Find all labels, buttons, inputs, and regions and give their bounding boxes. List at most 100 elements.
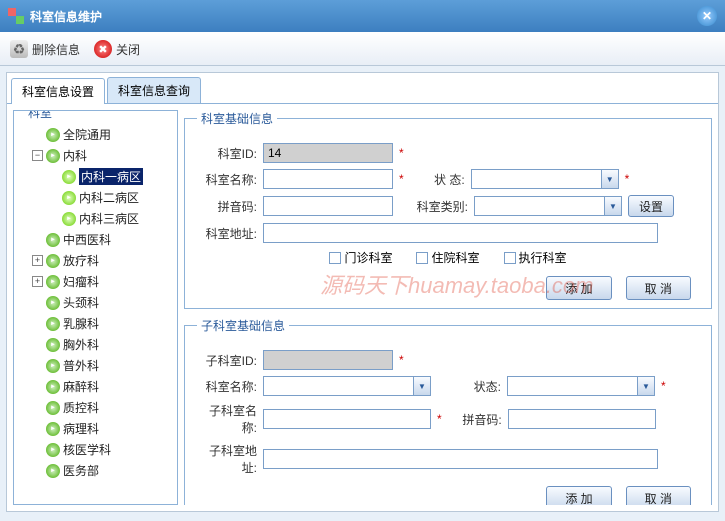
tree-node-label: 内科一病区 [79, 168, 143, 185]
tree-node-icon [62, 212, 76, 226]
tab-bar: 科室信息设置 科室信息查询 [7, 73, 718, 104]
status-combo[interactable]: ▼ [471, 169, 619, 189]
pinyin-input[interactable] [263, 196, 393, 216]
checkbox-icon [329, 252, 341, 264]
close-button[interactable]: ✖ 关闭 [94, 40, 140, 58]
chevron-down-icon[interactable]: ▼ [637, 376, 655, 396]
addr-label: 科室地址: [197, 225, 257, 242]
status-label: 状 态: [410, 171, 465, 188]
toolbar: ♻ 删除信息 ✖ 关闭 [0, 32, 725, 66]
tree-node-icon [46, 233, 60, 247]
dept-fieldset: 科室基础信息 科室ID: * 科室名称: * 状 态: ▼ * [184, 110, 712, 309]
status-combo2[interactable]: ▼ [507, 376, 655, 396]
tree-node[interactable]: − 内科 [18, 145, 173, 166]
category-combo[interactable]: ▼ [474, 196, 622, 216]
sub-addr-input[interactable] [263, 449, 658, 469]
pinyin-label2: 拼音码: [462, 411, 502, 428]
inpatient-checkbox[interactable]: 住院科室 [416, 249, 479, 266]
tree-node-icon [46, 254, 60, 268]
tree-node-label: 内科 [63, 147, 87, 164]
add-button[interactable]: 添 加 [546, 276, 611, 300]
required-mark: * [437, 412, 442, 426]
tree-node[interactable]: 内科二病区 [18, 187, 173, 208]
checkbox-icon [504, 252, 516, 264]
tree-node-icon [46, 443, 60, 457]
tab-dept-settings[interactable]: 科室信息设置 [11, 78, 105, 104]
exec-checkbox[interactable]: 执行科室 [504, 249, 567, 266]
subdept-legend: 子科室基础信息 [197, 317, 289, 334]
addr-input[interactable] [263, 223, 658, 243]
tree-node[interactable]: 医务部 [18, 460, 173, 481]
dept-name-label2: 科室名称: [197, 378, 257, 395]
tree-node-label: 内科三病区 [79, 210, 139, 227]
outpatient-label: 门诊科室 [344, 249, 392, 266]
checkbox-icon [416, 252, 428, 264]
dept-legend: 科室基础信息 [197, 110, 277, 127]
category-label: 科室类别: [413, 198, 468, 215]
tree-node-icon [46, 380, 60, 394]
required-mark: * [625, 172, 630, 186]
tree-node[interactable]: 病理科 [18, 418, 173, 439]
dept-name-input2[interactable] [263, 376, 413, 396]
tree-toggle-icon[interactable]: + [32, 255, 43, 266]
status-label2: 状态: [461, 378, 501, 395]
tree-node[interactable]: 普外科 [18, 355, 173, 376]
tree-node[interactable]: 乳腺科 [18, 313, 173, 334]
tree-node-icon [46, 296, 60, 310]
set-button[interactable]: 设置 [628, 195, 674, 217]
delete-info-button[interactable]: ♻ 删除信息 [10, 40, 80, 58]
tree-node[interactable]: 内科一病区 [18, 166, 173, 187]
sub-name-input[interactable] [263, 409, 431, 429]
dept-id-input [263, 143, 393, 163]
tab-dept-query[interactable]: 科室信息查询 [107, 77, 201, 103]
tree-node-label: 中西医科 [63, 231, 111, 248]
tree-node[interactable]: + 妇瘤科 [18, 271, 173, 292]
inpatient-label: 住院科室 [431, 249, 479, 266]
workspace: 科室 全院通用−内科内科一病区内科二病区内科三病区中西医科+放疗科+妇瘤科头颈科… [7, 104, 718, 511]
dept-name-input[interactable] [263, 169, 393, 189]
status-input[interactable] [471, 169, 601, 189]
category-input[interactable] [474, 196, 604, 216]
cancel-button[interactable]: 取 消 [626, 276, 691, 300]
tree-node-label: 麻醉科 [63, 378, 99, 395]
subdept-fieldset: 子科室基础信息 子科室ID: * 科室名称: ▼ 状态: [184, 317, 712, 505]
pinyin-input2[interactable] [508, 409, 656, 429]
sub-add-button[interactable]: 添 加 [546, 486, 611, 505]
tree-node[interactable]: 头颈科 [18, 292, 173, 313]
window-close-button[interactable]: ✕ [697, 6, 717, 26]
required-mark: * [399, 172, 404, 186]
tree-node-label: 内科二病区 [79, 189, 139, 206]
tree-toggle-icon[interactable]: − [32, 150, 43, 161]
tree-node[interactable]: 中西医科 [18, 229, 173, 250]
status-input2[interactable] [507, 376, 637, 396]
tree-node[interactable]: 质控科 [18, 397, 173, 418]
tree-node-label: 普外科 [63, 357, 99, 374]
tree-node[interactable]: 内科三病区 [18, 208, 173, 229]
tree-node-label: 妇瘤科 [63, 273, 99, 290]
tree-node[interactable]: +放疗科 [18, 250, 173, 271]
tree-node-icon [46, 422, 60, 436]
forms-area: 科室基础信息 科室ID: * 科室名称: * 状 态: ▼ * [184, 110, 712, 505]
chevron-down-icon[interactable]: ▼ [413, 376, 431, 396]
content-panel: 科室信息设置 科室信息查询 科室 全院通用−内科内科一病区内科二病区内科三病区中… [6, 72, 719, 512]
tree-node-icon [46, 359, 60, 373]
outpatient-checkbox[interactable]: 门诊科室 [329, 249, 392, 266]
delete-label: 删除信息 [32, 41, 80, 58]
tree-node-icon [46, 401, 60, 415]
dept-name-label: 科室名称: [197, 171, 257, 188]
tree-node[interactable]: 核医学科 [18, 439, 173, 460]
close-icon: ✖ [94, 40, 112, 58]
tree-node-label: 乳腺科 [63, 315, 99, 332]
close-label: 关闭 [116, 41, 140, 58]
tree-node-label: 核医学科 [63, 441, 111, 458]
tree: 全院通用−内科内科一病区内科二病区内科三病区中西医科+放疗科+妇瘤科头颈科乳腺科… [18, 124, 173, 481]
tree-node[interactable]: 胸外科 [18, 334, 173, 355]
tree-node[interactable]: 全院通用 [18, 124, 173, 145]
chevron-down-icon[interactable]: ▼ [604, 196, 622, 216]
sub-cancel-button[interactable]: 取 消 [626, 486, 691, 505]
tree-node-label: 质控科 [63, 399, 99, 416]
dept-name-combo[interactable]: ▼ [263, 376, 431, 396]
tree-toggle-icon[interactable]: + [32, 276, 43, 287]
chevron-down-icon[interactable]: ▼ [601, 169, 619, 189]
tree-node[interactable]: 麻醉科 [18, 376, 173, 397]
